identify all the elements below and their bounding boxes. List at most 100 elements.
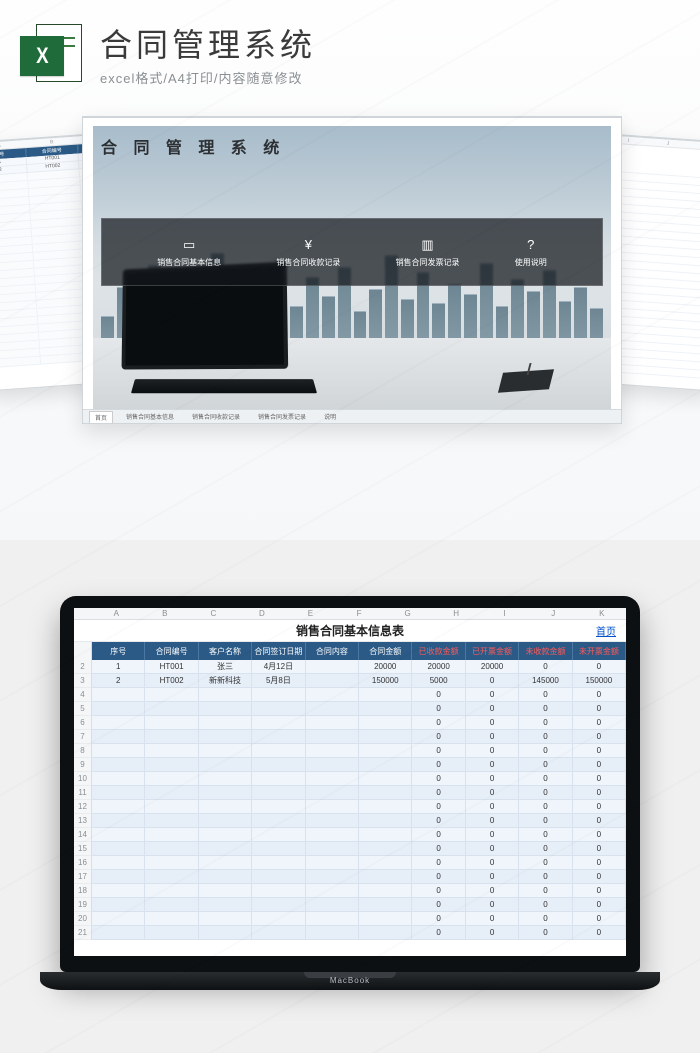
table-cell[interactable] xyxy=(359,730,412,744)
table-cell[interactable]: 0 xyxy=(573,814,626,828)
table-cell[interactable] xyxy=(306,814,359,828)
table-cell[interactable] xyxy=(252,688,305,702)
table-cell[interactable]: 0 xyxy=(466,688,519,702)
table-cell[interactable] xyxy=(199,786,252,800)
table-cell[interactable] xyxy=(199,828,252,842)
table-cell[interactable]: 0 xyxy=(573,688,626,702)
table-cell[interactable]: 0 xyxy=(519,660,572,674)
table-cell[interactable] xyxy=(92,702,145,716)
table-cell[interactable] xyxy=(199,912,252,926)
table-cell[interactable] xyxy=(359,800,412,814)
table-cell[interactable] xyxy=(252,730,305,744)
table-cell[interactable] xyxy=(252,898,305,912)
table-cell[interactable] xyxy=(306,716,359,730)
table-cell[interactable]: 0 xyxy=(412,758,465,772)
table-cell[interactable]: 0 xyxy=(412,842,465,856)
table-cell[interactable] xyxy=(359,870,412,884)
table-cell[interactable]: 0 xyxy=(519,772,572,786)
table-cell[interactable] xyxy=(145,744,198,758)
table-cell[interactable]: 0 xyxy=(466,800,519,814)
nav-item[interactable]: ▥销售合同发票记录 xyxy=(396,237,460,268)
table-cell[interactable]: 0 xyxy=(466,744,519,758)
table-cell[interactable]: 0 xyxy=(519,814,572,828)
table-cell[interactable] xyxy=(306,856,359,870)
table-cell[interactable]: 0 xyxy=(412,786,465,800)
table-cell[interactable] xyxy=(252,814,305,828)
table-cell[interactable] xyxy=(145,786,198,800)
table-cell[interactable] xyxy=(199,870,252,884)
table-cell[interactable] xyxy=(92,870,145,884)
table-cell[interactable] xyxy=(359,786,412,800)
table-cell[interactable] xyxy=(252,828,305,842)
table-cell[interactable] xyxy=(199,702,252,716)
table-cell[interactable]: 0 xyxy=(466,758,519,772)
table-cell[interactable] xyxy=(145,814,198,828)
table-cell[interactable]: 0 xyxy=(573,926,626,940)
table-cell[interactable] xyxy=(359,856,412,870)
sheet-tab[interactable]: 销售合同收款记录 xyxy=(187,411,245,422)
table-cell[interactable]: 5月8日 xyxy=(252,674,305,688)
table-cell[interactable]: 0 xyxy=(519,926,572,940)
table-cell[interactable]: 5000 xyxy=(412,674,465,688)
table-cell[interactable] xyxy=(145,772,198,786)
table-cell[interactable] xyxy=(359,842,412,856)
table-cell[interactable] xyxy=(199,758,252,772)
table-cell[interactable]: 4月12日 xyxy=(252,660,305,674)
table-cell[interactable] xyxy=(145,884,198,898)
table-cell[interactable]: 0 xyxy=(412,716,465,730)
table-cell[interactable] xyxy=(199,688,252,702)
table-cell[interactable] xyxy=(92,884,145,898)
table-cell[interactable]: 0 xyxy=(519,786,572,800)
table-cell[interactable]: 0 xyxy=(519,744,572,758)
nav-item[interactable]: ?使用说明 xyxy=(515,237,547,268)
table-cell[interactable]: 2 xyxy=(92,674,145,688)
table-cell[interactable] xyxy=(199,730,252,744)
table-cell[interactable]: 0 xyxy=(573,758,626,772)
table-cell[interactable]: 0 xyxy=(466,786,519,800)
table-cell[interactable]: 0 xyxy=(573,898,626,912)
table-cell[interactable]: 0 xyxy=(519,716,572,730)
table-cell[interactable] xyxy=(252,842,305,856)
table-cell[interactable] xyxy=(92,758,145,772)
table-cell[interactable] xyxy=(92,800,145,814)
table-cell[interactable] xyxy=(92,688,145,702)
table-cell[interactable]: 0 xyxy=(519,884,572,898)
table-cell[interactable] xyxy=(252,800,305,814)
table-cell[interactable] xyxy=(92,926,145,940)
sheet-tab[interactable]: 销售合同基本信息 xyxy=(121,411,179,422)
table-cell[interactable] xyxy=(359,716,412,730)
table-cell[interactable] xyxy=(145,842,198,856)
table-cell[interactable] xyxy=(306,926,359,940)
table-cell[interactable]: 新新科技 xyxy=(199,674,252,688)
table-cell[interactable]: 0 xyxy=(412,744,465,758)
table-cell[interactable] xyxy=(199,772,252,786)
table-cell[interactable]: 0 xyxy=(573,730,626,744)
table-cell[interactable] xyxy=(145,702,198,716)
table-cell[interactable] xyxy=(252,744,305,758)
table-cell[interactable] xyxy=(306,674,359,688)
table-cell[interactable]: 0 xyxy=(573,870,626,884)
table-cell[interactable]: 150000 xyxy=(573,674,626,688)
table-cell[interactable] xyxy=(359,772,412,786)
table-cell[interactable] xyxy=(199,926,252,940)
table-cell[interactable] xyxy=(359,884,412,898)
table-cell[interactable]: 20000 xyxy=(466,660,519,674)
table-cell[interactable] xyxy=(199,856,252,870)
table-cell[interactable]: 0 xyxy=(412,814,465,828)
table-cell[interactable]: 0 xyxy=(412,870,465,884)
table-cell[interactable]: 0 xyxy=(573,842,626,856)
table-cell[interactable] xyxy=(145,758,198,772)
table-cell[interactable] xyxy=(92,744,145,758)
table-cell[interactable] xyxy=(306,884,359,898)
table-cell[interactable] xyxy=(359,688,412,702)
table-cell[interactable] xyxy=(199,842,252,856)
table-cell[interactable]: 0 xyxy=(412,884,465,898)
table-cell[interactable] xyxy=(199,716,252,730)
table-cell[interactable] xyxy=(306,730,359,744)
table-cell[interactable] xyxy=(359,744,412,758)
table-cell[interactable] xyxy=(252,912,305,926)
table-cell[interactable]: 0 xyxy=(519,828,572,842)
table-cell[interactable]: 0 xyxy=(466,674,519,688)
table-cell[interactable] xyxy=(252,716,305,730)
table-cell[interactable]: 0 xyxy=(412,688,465,702)
